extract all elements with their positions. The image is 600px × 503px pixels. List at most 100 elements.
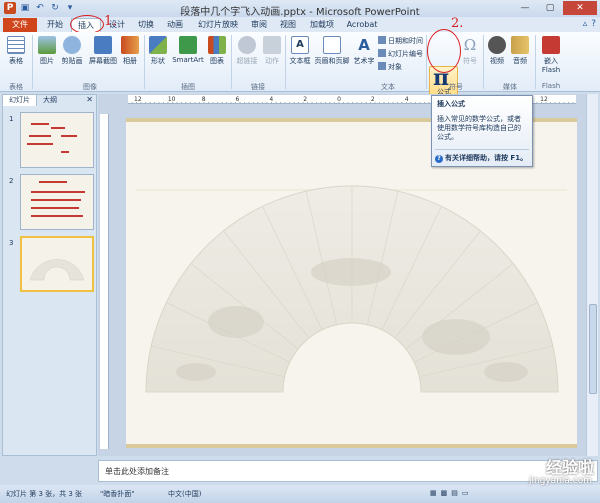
slide-thumbnail-2[interactable] [20,174,94,230]
view-buttons: ▦ ▩ ▤ ▭ [430,489,469,497]
calendar-icon [378,36,386,44]
tab-addins[interactable]: 加载项 [305,18,339,32]
close-icon[interactable]: ✕ [563,1,597,15]
shapes-icon [149,36,167,54]
annotation-circle-equation [427,29,461,73]
ruler-label: 12 [540,96,548,103]
omega-icon: Ω [463,36,477,54]
current-slide[interactable] [126,118,577,448]
album-button[interactable]: 相册 [120,36,140,66]
ruler-label: 4 [405,96,409,103]
minimize-icon[interactable]: — [513,1,537,15]
group-label-media: 媒体 [503,83,517,91]
annotation-step-1: 1. [104,14,117,29]
ruler-label: 0 [337,96,341,103]
table-button[interactable]: 表格 [6,36,26,66]
screenshot-button[interactable]: 屏幕截图 [87,36,119,66]
tab-acrobat[interactable]: Acrobat [344,18,380,32]
group-label-text: 文本 [381,83,395,91]
audio-button[interactable]: 音频 [510,36,530,66]
tab-view[interactable]: 视图 [276,18,300,32]
chart-button[interactable]: 图表 [207,36,227,66]
smartart-button[interactable]: SmartArt [171,36,205,64]
flash-icon [542,36,560,54]
tab-slideshow[interactable]: 幻灯片放映 [194,18,242,32]
header-footer-button[interactable]: 页眉和页脚 [313,36,351,66]
scrollbar-thumb[interactable] [589,304,597,394]
normal-view-icon[interactable]: ▦ [430,489,437,497]
object-icon [378,62,386,70]
datetime-button[interactable]: 日期和时间 [378,36,423,46]
slides-panel: 幻灯片 大纲 ✕ 1 2 3 [2,94,97,456]
textbox-button[interactable]: A 文本框 [288,36,312,66]
ruler-label: 8 [202,96,206,103]
vertical-scrollbar[interactable] [586,94,598,456]
watermark-text: 经验啦 [545,458,594,477]
symbol-button[interactable]: Ω 符号 [460,36,480,66]
object-button[interactable]: 对象 [378,62,402,72]
slide-number-button[interactable]: 幻灯片编号 [378,49,423,59]
group-label-illustrations: 插图 [181,83,195,91]
language-status[interactable]: 中文(中国) [168,489,201,499]
thumb-text-line [31,191,85,193]
tab-file[interactable]: 文件 [3,18,37,32]
tab-transitions[interactable]: 切换 [134,18,158,32]
ruler-label: 6 [236,96,240,103]
fan-thumbnail-image [29,259,85,281]
video-button[interactable]: 视频 [487,36,507,66]
slide-number-1: 1 [9,115,14,123]
help-circle-icon: ? [435,155,443,163]
thumb-text-line [39,181,67,183]
notes-pane[interactable]: 单击此处添加备注 [98,460,598,482]
tab-outline[interactable]: 大纲 [37,95,63,106]
tab-review[interactable]: 审阅 [247,18,271,32]
thumb-text-line [61,135,77,137]
wordart-icon: A [358,36,370,54]
ruler-label: 10 [168,96,176,103]
tab-slides[interactable]: 幻灯片 [3,95,37,106]
thumb-text-line [31,123,49,125]
thumb-text-line [31,215,83,217]
close-panel-icon[interactable]: ✕ [86,95,93,104]
thumb-text-line [29,135,51,137]
group-separator [32,35,33,89]
reading-view-icon[interactable]: ▤ [451,489,458,497]
group-label-symbols: 符号 [449,83,463,91]
clipart-button[interactable]: 剪贴画 [59,36,85,66]
tooltip-title: 插入公式 [437,100,465,108]
shapes-button[interactable]: 形状 [148,36,168,66]
minimize-ribbon-icon[interactable]: ▵ [583,19,588,29]
hyperlink-button[interactable]: 超链接 [234,36,260,66]
screenshot-icon [94,36,112,54]
embed-flash-button[interactable]: 嵌入 Flash [539,36,563,74]
tab-animations[interactable]: 动画 [163,18,187,32]
thumb-text-line [27,143,53,145]
slide-sorter-icon[interactable]: ▩ [441,489,448,497]
vertical-ruler [100,114,109,449]
slide-number-icon [378,49,386,57]
thumb-text-line [31,199,81,201]
help-icon[interactable]: ? [591,19,596,29]
smartart-icon [179,36,197,54]
group-separator [285,35,286,89]
action-icon [263,36,281,54]
tab-home[interactable]: 开始 [43,18,67,32]
group-label-tables: 表格 [9,83,23,91]
slide-number-3: 3 [9,239,14,247]
textbox-icon: A [291,36,309,54]
action-button[interactable]: 动作 [262,36,282,66]
tooltip-help: ? 有关详细帮助，请按 F1。 [435,149,529,163]
maximize-icon[interactable]: ▢ [538,1,562,15]
slideshow-view-icon[interactable]: ▭ [462,489,469,497]
wordart-button[interactable]: A 艺术字 [352,36,376,66]
group-label-links: 链接 [251,83,265,91]
picture-button[interactable]: 图片 [37,36,57,66]
slide-thumbnail-3[interactable] [20,236,94,292]
ruler-label: 4 [269,96,273,103]
group-separator [231,35,232,89]
slides-panel-tabs: 幻灯片 大纲 [3,95,96,106]
hyperlink-icon [238,36,256,54]
ruler-label: 2 [303,96,307,103]
ribbon-insert: 表格 表格 图片 剪贴画 屏幕截图 相册 图像 形状 SmartArt 图表 插… [0,32,600,102]
slide-thumbnail-1[interactable] [20,112,94,168]
